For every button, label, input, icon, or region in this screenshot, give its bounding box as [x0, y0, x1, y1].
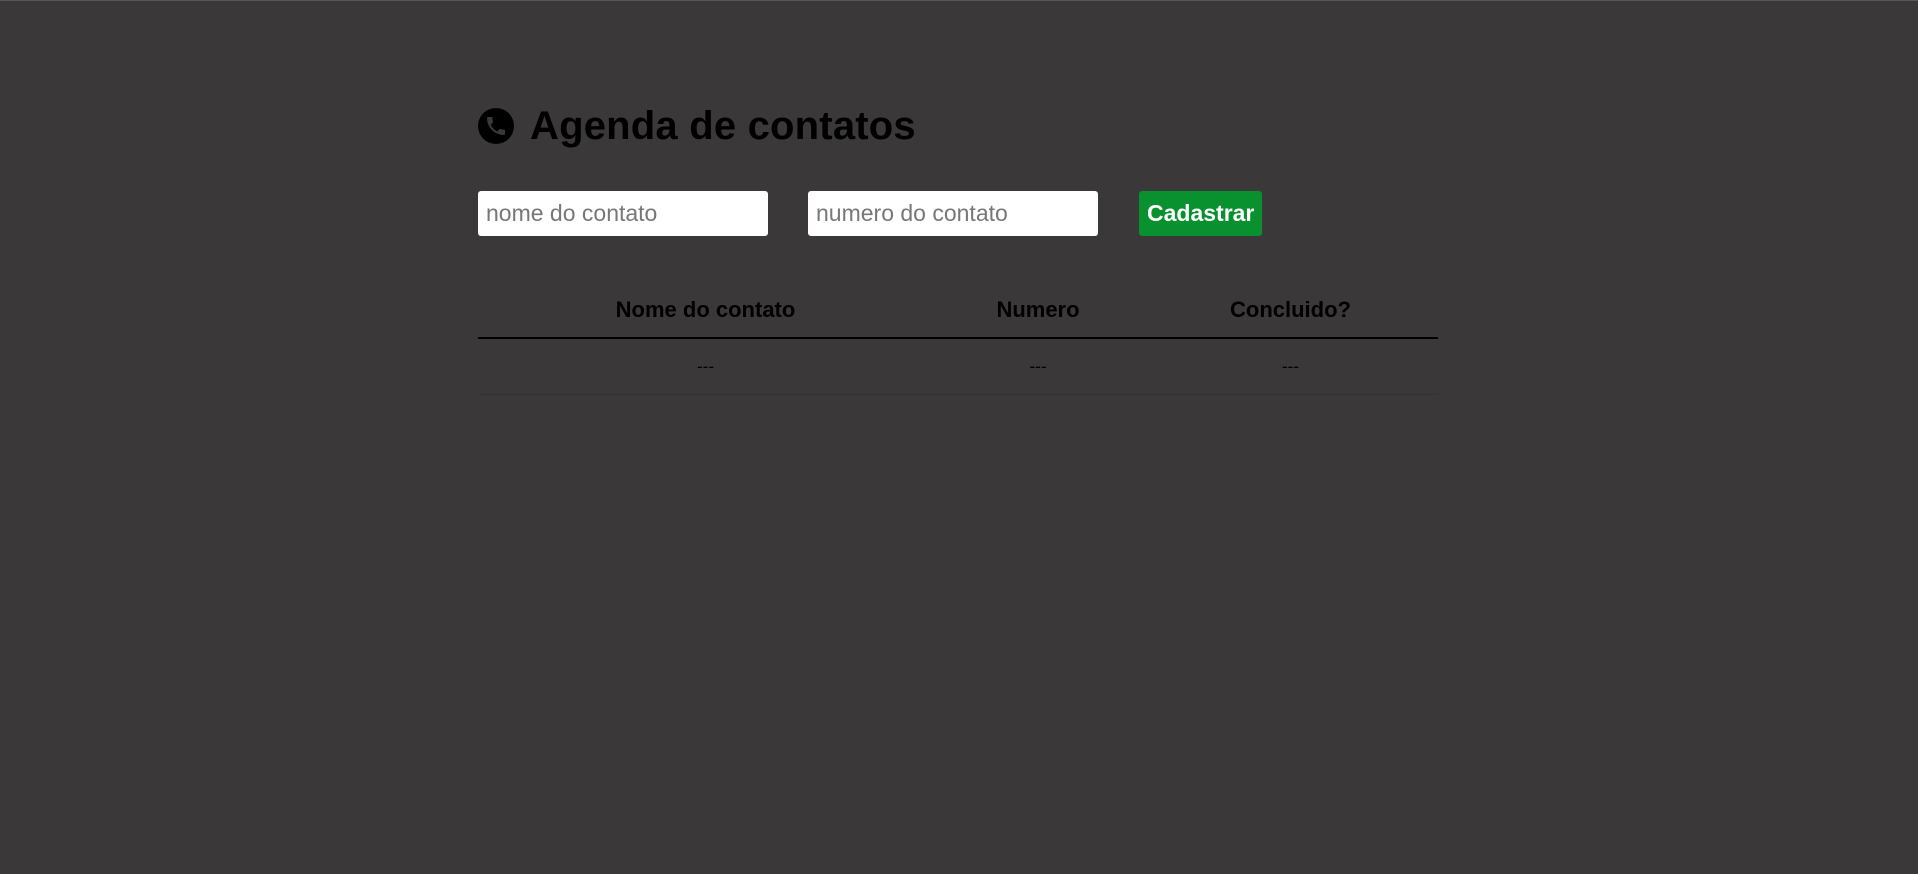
title-row: Agenda de contatos: [478, 100, 1438, 152]
header-completed: Concluido?: [1143, 282, 1438, 339]
table-header-row: Nome do contato Numero Concluido?: [478, 282, 1438, 339]
header-contact-name: Nome do contato: [478, 282, 933, 339]
contact-name-input[interactable]: [478, 190, 768, 236]
table-row: --- --- ---: [478, 338, 1438, 395]
cadastrar-button[interactable]: Cadastrar: [1139, 190, 1263, 236]
phone-icon: [478, 108, 514, 144]
window-top-border: [0, 0, 1918, 1]
cell-number: ---: [933, 338, 1143, 395]
header-number: Numero: [933, 282, 1143, 339]
cell-completed: ---: [1143, 338, 1438, 395]
cell-contact-name: ---: [478, 338, 933, 395]
contacts-table: Nome do contato Numero Concluido? --- --…: [478, 282, 1438, 395]
main-container: Agenda de contatos Cadastrar Nome do con…: [478, 100, 1438, 395]
page-title: Agenda de contatos: [530, 104, 916, 148]
contact-number-input[interactable]: [808, 190, 1098, 236]
contact-form: Cadastrar: [478, 190, 1438, 236]
